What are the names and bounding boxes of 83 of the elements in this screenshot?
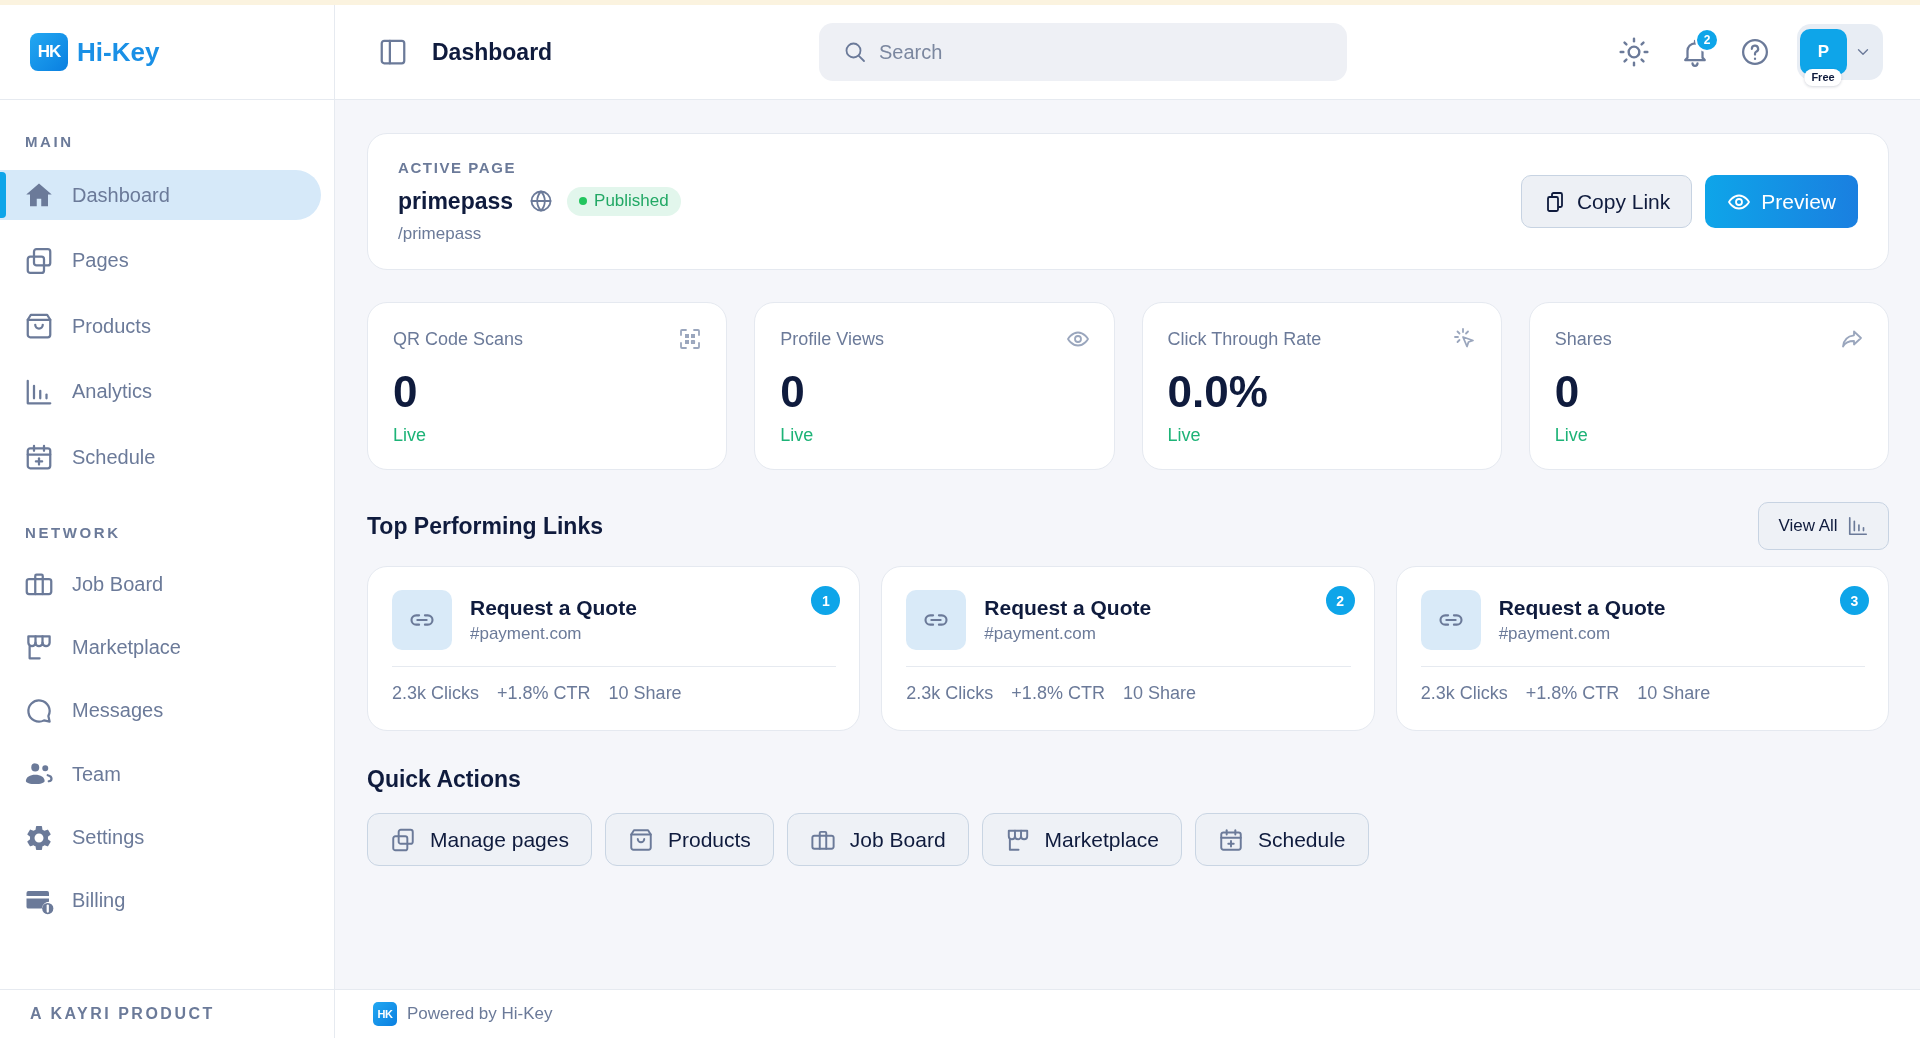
quick-action-button[interactable]: Products — [604, 813, 774, 866]
stat-status: Live — [1167, 424, 1201, 446]
link-clicks: 2.3k Clicks — [906, 682, 994, 704]
sidebar-item[interactable]: Pages — [0, 235, 321, 286]
sidebar-item[interactable]: Dashboard — [0, 170, 321, 220]
quick-action-button[interactable]: Job Board — [786, 813, 969, 866]
link-ctr: +1.8% CTR — [1525, 682, 1620, 704]
logo-mark: HK — [30, 33, 68, 71]
card-heading: ACTIVE PAGE — [398, 159, 517, 177]
sidebar-item[interactable]: Schedule — [0, 432, 321, 482]
stat-status: Live — [393, 424, 427, 446]
powered-by-text: Powered by Hi-Key — [407, 1004, 553, 1024]
quick-action-button[interactable]: Marketplace — [981, 813, 1182, 866]
stat-status: Live — [780, 424, 814, 446]
section-title: Top Performing Links — [367, 512, 603, 540]
link-url: #payment.com — [984, 623, 1096, 645]
sidebar-item[interactable]: Billing — [0, 875, 321, 926]
quick-action-button[interactable]: Manage pages — [367, 813, 592, 866]
quick-action-button[interactable]: Schedule — [1194, 813, 1369, 866]
link-ctr: +1.8% CTR — [497, 682, 591, 704]
stat-status: Live — [1554, 424, 1588, 446]
section-title: Quick Actions — [367, 765, 521, 793]
rank-badge: 3 — [1840, 586, 1869, 615]
page-title: Dashboard — [432, 38, 553, 66]
sun-icon[interactable] — [1618, 36, 1650, 68]
link-title: Request a Quote — [470, 595, 637, 621]
search-field[interactable]: Search — [819, 23, 1347, 81]
link-icon — [1420, 590, 1481, 650]
link-url: #payment.com — [470, 623, 582, 645]
section-heading: MAIN — [25, 133, 74, 151]
calendar-plus-icon — [1217, 826, 1244, 853]
stat-label: Click Through Rate — [1167, 328, 1322, 350]
help-icon[interactable] — [1740, 37, 1770, 67]
stat-label: Shares — [1554, 328, 1612, 350]
link-title: Request a Quote — [1498, 595, 1666, 621]
overlapping-squares-icon — [24, 245, 54, 276]
status-text: Published — [594, 191, 669, 211]
link-title: Request a Quote — [984, 595, 1152, 621]
link-shares: 10 Share — [1122, 682, 1196, 704]
sidebar-item[interactable]: Marketplace — [0, 622, 321, 673]
preview-button[interactable]: Preview — [1705, 175, 1858, 228]
logo-mark: HK — [373, 1002, 397, 1026]
view-all-button[interactable]: View All — [1758, 502, 1889, 550]
stat-value: 0 — [780, 367, 805, 417]
sidebar-item[interactable]: Messages — [0, 685, 321, 736]
brand-tagline: A KAYRI PRODUCT — [30, 1005, 215, 1023]
sidebar-toggle-icon[interactable] — [378, 37, 408, 67]
link-shares: 10 Share — [1637, 682, 1711, 704]
notification-badge: 2 — [1695, 28, 1719, 52]
bar-chart-icon — [1846, 515, 1869, 537]
overlapping-squares-icon — [390, 826, 416, 853]
globe-icon — [529, 189, 554, 213]
link-clicks: 2.3k Clicks — [392, 682, 480, 704]
sidebar-item[interactable]: Settings — [0, 812, 321, 863]
link-icon — [906, 590, 967, 650]
section-heading: NETWORK — [25, 524, 121, 542]
link-ctr: +1.8% CTR — [1011, 682, 1105, 704]
stat-value: 0.0% — [1167, 367, 1268, 417]
status-dot-icon — [579, 197, 588, 205]
rank-badge: 1 — [811, 586, 841, 615]
plan-badge: Free — [1804, 69, 1842, 86]
rank-badge: 2 — [1325, 586, 1355, 615]
stat-value: 0 — [1554, 367, 1580, 417]
shopping-bag-icon — [627, 826, 654, 853]
stat-label: QR Code Scans — [393, 328, 524, 350]
link-clicks: 2.3k Clicks — [1420, 682, 1508, 704]
link-url: #payment.com — [1498, 623, 1611, 645]
shopping-bag-icon — [24, 311, 54, 341]
qr-code-icon — [678, 327, 703, 351]
copy-link-button[interactable]: Copy Link — [1520, 175, 1693, 228]
sidebar-item[interactable]: Job Board — [0, 559, 321, 609]
sidebar-item[interactable]: Team — [0, 749, 321, 800]
brand-name: Hi-Key — [77, 36, 160, 68]
stat-label: Profile Views — [780, 328, 884, 350]
link-shares: 10 Share — [608, 682, 682, 704]
sidebar-item[interactable]: Analytics — [0, 366, 321, 417]
page-name: primepass — [398, 187, 514, 215]
link-icon — [392, 590, 452, 650]
page-path: /primepass — [398, 224, 482, 244]
search-icon — [843, 40, 867, 64]
calendar-plus-icon — [24, 442, 54, 472]
stat-value: 0 — [393, 367, 418, 417]
sidebar-item[interactable]: Products — [0, 301, 321, 351]
